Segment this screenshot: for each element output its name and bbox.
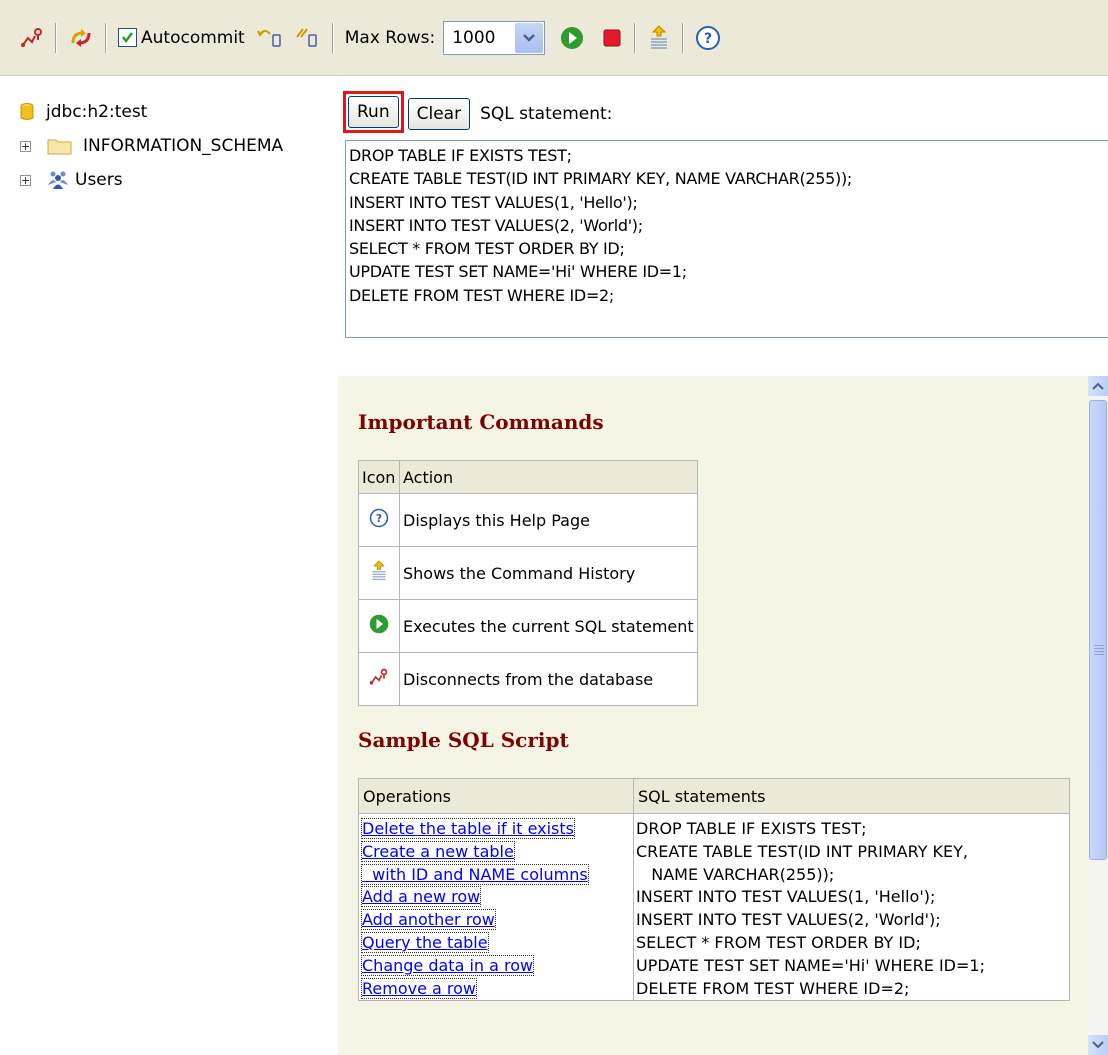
disconnect-icon [369, 668, 388, 685]
stop-icon[interactable] [601, 22, 623, 54]
max-rows-select[interactable]: 1000 [443, 20, 546, 55]
rollback-icon[interactable] [293, 22, 321, 54]
history-icon[interactable] [647, 22, 671, 54]
svg-text:?: ? [704, 31, 712, 47]
tree-item-users[interactable]: + Users [20, 163, 340, 197]
toolbar-separator [634, 22, 637, 53]
max-rows-label: Max Rows: [344, 27, 436, 48]
connection-label: jdbc:h2:test [46, 102, 148, 122]
commit-icon[interactable] [256, 22, 285, 54]
expand-icon[interactable]: + [20, 140, 31, 152]
toolbar-separator [331, 22, 334, 53]
execute-icon[interactable] [559, 22, 585, 54]
run-button[interactable]: Run [348, 96, 399, 128]
sample-link-create[interactable]: Create a new table [361, 840, 515, 862]
sample-link-delete[interactable]: Remove a row [361, 977, 478, 999]
commands-table: Icon Action ? Displays this Help Page Sh… [358, 460, 698, 706]
autocommit-checkbox[interactable] [118, 28, 137, 47]
query-bar: Run Clear SQL statement: [343, 91, 613, 133]
column-header: Action [399, 460, 698, 494]
table-row: Executes the current SQL statement [358, 599, 698, 653]
sql-input[interactable]: DROP TABLE IF EXISTS TEST; CREATE TABLE … [345, 140, 1108, 338]
sample-link-insert-another[interactable]: Add another row [361, 909, 496, 931]
statements-cell: DROP TABLE IF EXISTS TEST; CREATE TABLE … [633, 812, 1070, 1002]
sample-link-update[interactable]: Change data in a row [361, 954, 535, 976]
toolbar-separator [55, 22, 57, 53]
command-action: Shows the Command History [399, 546, 698, 600]
tree-item-information-schema[interactable]: + INFORMATION_SCHEMA [20, 129, 340, 163]
help-scrollbar[interactable] [1088, 376, 1108, 1055]
operations-cell: Delete the table if it exists Create a n… [358, 812, 634, 1002]
scroll-down-icon[interactable] [1088, 1035, 1108, 1055]
svg-text:?: ? [376, 512, 382, 525]
column-header: SQL statements [633, 778, 1070, 814]
refresh-icon[interactable] [68, 22, 94, 54]
sql-line: INSERT INTO TEST VALUES(2, 'World'); [636, 910, 941, 930]
grip-icon [1094, 645, 1104, 657]
folder-icon [47, 139, 72, 155]
sample-sql-table: Operations SQL statements Delete the tab… [358, 778, 1070, 1002]
tree-item-label: INFORMATION_SCHEMA [83, 136, 284, 156]
scroll-up-icon[interactable] [1088, 376, 1108, 396]
autocommit-label: Autocommit [141, 27, 245, 48]
command-action: Displays this Help Page [399, 493, 698, 547]
help-icon: ? [369, 508, 389, 528]
important-commands-heading: Important Commands [358, 410, 604, 434]
sample-link-drop[interactable]: Delete the table if it exists [361, 818, 575, 839]
sql-line: INSERT INTO TEST VALUES(1, 'Hello'); [636, 887, 936, 907]
toolbar: Autocommit Max Rows: 1000 ? [0, 0, 1108, 76]
sql-line: DROP TABLE IF EXISTS TEST; [636, 819, 867, 838]
table-row: ? Displays this Help Page [358, 493, 698, 547]
column-header: Icon [358, 460, 400, 494]
table-row: Delete the table if it exists Create a n… [358, 812, 1070, 1002]
sql-line: CREATE TABLE TEST(ID INT PRIMARY KEY, [636, 841, 969, 861]
command-action: Executes the current SQL statement [399, 599, 698, 653]
command-action: Disconnects from the database [399, 652, 698, 706]
clear-button[interactable]: Clear [407, 97, 471, 130]
schema-tree: jdbc:h2:test + INFORMATION_SCHEMA + User… [20, 95, 340, 197]
table-row: Shows the Command History [358, 546, 698, 600]
sql-statement-label: SQL statement: [480, 103, 613, 124]
column-header: Operations [358, 778, 634, 814]
autocommit-toggle[interactable]: Autocommit [118, 28, 245, 48]
disconnect-icon[interactable] [20, 22, 44, 54]
execute-icon [369, 614, 389, 634]
table-row: Disconnects from the database [358, 652, 698, 706]
sample-link-query[interactable]: Query the table [361, 931, 489, 953]
toolbar-separator [682, 22, 685, 53]
tree-item-label: Users [75, 170, 123, 190]
users-icon [48, 171, 68, 189]
history-icon [372, 560, 386, 580]
sample-link-insert[interactable]: Add a new row [361, 886, 482, 908]
help-icon[interactable]: ? [695, 22, 721, 54]
sql-line: NAME VARCHAR(255)); [636, 864, 835, 884]
toolbar-separator [105, 22, 107, 53]
run-highlight: Run [343, 91, 404, 133]
sample-link-create-columns[interactable]: with ID and NAME columns [361, 863, 589, 885]
max-rows-value: 1000 [452, 27, 496, 48]
help-panel: Important Commands Icon Action ? Display… [338, 376, 1088, 1055]
database-icon [20, 103, 34, 120]
sql-line: DELETE FROM TEST WHERE ID=2; [636, 978, 910, 998]
expand-icon[interactable]: + [20, 174, 31, 186]
tree-connection[interactable]: jdbc:h2:test [20, 95, 340, 129]
sample-sql-heading: Sample SQL Script [358, 728, 569, 752]
chevron-down-icon[interactable] [515, 22, 544, 53]
scroll-thumb[interactable] [1089, 400, 1107, 860]
sql-line: SELECT * FROM TEST ORDER BY ID; [636, 932, 921, 952]
sql-line: UPDATE TEST SET NAME='Hi' WHERE ID=1; [636, 955, 985, 975]
